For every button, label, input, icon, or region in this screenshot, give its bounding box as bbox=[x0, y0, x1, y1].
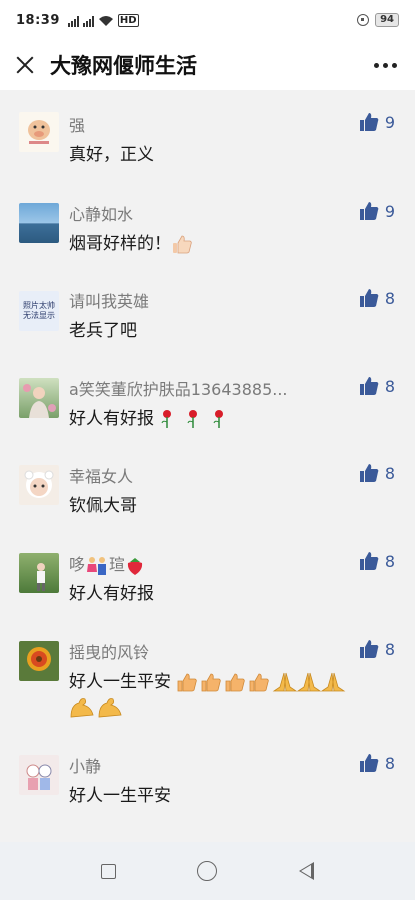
like-count: 9 bbox=[384, 112, 395, 132]
thumbs-up-icon bbox=[359, 552, 379, 570]
avatar[interactable]: 照片太帅 无法显示 bbox=[19, 291, 59, 331]
avatar-baby-image bbox=[24, 470, 54, 498]
like-count: 8 bbox=[384, 753, 395, 773]
avatar[interactable] bbox=[19, 465, 59, 505]
comment-text: 好人一生平安 bbox=[69, 786, 171, 806]
avatar-caption: 照片太帅 bbox=[23, 301, 55, 310]
close-icon[interactable] bbox=[14, 54, 36, 76]
comment-text: 烟哥好样的！ bbox=[69, 229, 193, 254]
avatar[interactable] bbox=[19, 641, 59, 681]
wifi-icon bbox=[98, 15, 113, 26]
thumbs-and-pray-emoji-icon bbox=[178, 672, 346, 692]
comment-username[interactable]: 强 bbox=[69, 112, 85, 136]
comment-username[interactable]: a笑笑董欣护肤品13643885... bbox=[69, 376, 288, 400]
thumbs-up-icon bbox=[359, 289, 379, 307]
network-badge: HD bbox=[117, 13, 139, 27]
page-header: 大豫网偃师生活 bbox=[0, 40, 415, 90]
comment-username[interactable]: 幸福女人 bbox=[69, 463, 133, 487]
signal-1-icon bbox=[67, 15, 79, 27]
like-button[interactable]: 8 bbox=[359, 753, 395, 773]
like-button[interactable]: 8 bbox=[359, 551, 395, 571]
like-button[interactable]: 8 bbox=[359, 463, 395, 483]
avatar[interactable] bbox=[19, 112, 59, 152]
avatar[interactable] bbox=[19, 755, 59, 795]
more-dots-icon[interactable] bbox=[370, 55, 401, 76]
thumbs-up-emoji-icon bbox=[173, 235, 192, 254]
comment-username[interactable]: 哆瑄 bbox=[69, 551, 145, 576]
strawberry-emoji-icon bbox=[127, 557, 143, 575]
signal-2-icon bbox=[82, 15, 94, 27]
status-bar: 18:39 HD 94 bbox=[0, 0, 415, 40]
system-nav-bar bbox=[0, 842, 415, 900]
like-count: 8 bbox=[384, 376, 395, 396]
page-title: 大豫网偃师生活 bbox=[50, 54, 197, 78]
thumbs-up-icon bbox=[359, 754, 379, 772]
avatar-person-image bbox=[23, 384, 56, 418]
avatar[interactable] bbox=[19, 553, 59, 593]
thumbs-up-icon bbox=[359, 113, 379, 131]
comment-text: 好人一生平安 bbox=[69, 667, 364, 693]
like-button[interactable]: 8 bbox=[359, 376, 395, 396]
comment-text: 真好，正义 bbox=[69, 145, 154, 165]
comment-text: 钦佩大哥 bbox=[69, 496, 137, 516]
back-icon[interactable] bbox=[299, 862, 315, 880]
avatar-cartoon-image bbox=[26, 764, 52, 790]
battery-indicator: 94 bbox=[375, 13, 399, 27]
signal-indicators: HD bbox=[67, 13, 139, 27]
like-button[interactable]: 9 bbox=[359, 201, 395, 221]
comment-text: 老兵了吧 bbox=[69, 321, 137, 341]
like-count: 9 bbox=[384, 201, 395, 221]
like-button[interactable]: 9 bbox=[359, 112, 395, 132]
flexed-biceps-emoji-icon bbox=[70, 698, 122, 718]
like-count: 8 bbox=[384, 288, 395, 308]
home-icon[interactable] bbox=[197, 861, 218, 881]
like-button[interactable]: 8 bbox=[359, 639, 395, 659]
like-button[interactable]: 8 bbox=[359, 288, 395, 308]
avatar-child-image bbox=[37, 563, 45, 591]
comment-text: 好人有好报 bbox=[69, 584, 154, 604]
status-time: 18:39 bbox=[16, 12, 60, 28]
comment-username[interactable]: 小静 bbox=[69, 753, 101, 777]
rose-emoji-icon bbox=[161, 410, 224, 428]
comment-username[interactable]: 请叫我英雄 bbox=[69, 288, 149, 312]
comment-text: 好人有好报 bbox=[69, 404, 229, 429]
thumbs-up-icon bbox=[359, 464, 379, 482]
comment-username[interactable]: 摇曳的风铃 bbox=[69, 639, 149, 663]
like-count: 8 bbox=[384, 463, 395, 483]
comment-list[interactable]: 强 真好，正义 9 心静如水 烟哥好样的！ 9 照片太帅 无法显示 请叫我英雄 … bbox=[0, 90, 415, 842]
avatar-pig-image bbox=[28, 120, 50, 144]
thumbs-up-icon bbox=[359, 640, 379, 658]
couple-emoji-icon bbox=[87, 556, 107, 575]
like-count: 8 bbox=[384, 551, 395, 571]
thumbs-up-icon bbox=[359, 202, 379, 220]
avatar[interactable] bbox=[19, 378, 59, 418]
avatar-flower-image bbox=[27, 647, 51, 671]
recent-apps-icon[interactable] bbox=[100, 863, 116, 879]
avatar[interactable] bbox=[19, 203, 59, 243]
thumbs-up-icon bbox=[359, 377, 379, 395]
comment-username[interactable]: 心静如水 bbox=[69, 201, 133, 225]
rotation-lock-icon bbox=[357, 14, 370, 26]
like-count: 8 bbox=[384, 639, 395, 659]
avatar-caption: 无法显示 bbox=[23, 311, 55, 320]
